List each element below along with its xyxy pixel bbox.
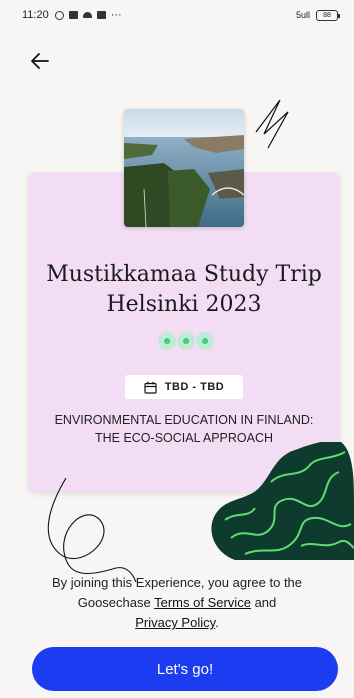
terms-text: By joining this Experience, you agree to…: [20, 573, 334, 633]
terms-of-service-link[interactable]: Terms of Service: [154, 595, 251, 610]
status-right: 5ull 88: [295, 9, 340, 21]
status-time: 11:20: [22, 9, 49, 21]
message-icon: [96, 11, 106, 19]
privacy-policy-link[interactable]: Privacy Policy: [135, 615, 215, 630]
battery-level: 88: [323, 11, 331, 19]
team-badges: ☻ ☻ ☻: [158, 332, 214, 350]
team-avatar-icon: ☻: [177, 332, 195, 350]
arrow-left-icon: [31, 53, 49, 69]
terms-suffix: .: [215, 615, 219, 630]
calendar-icon: [144, 381, 157, 394]
blob-decoration-icon: [211, 442, 354, 560]
more-notifications-icon: ···: [110, 9, 122, 21]
date-chip: TBD - TBD: [125, 375, 243, 399]
status-notification-icons: ···: [54, 9, 122, 21]
status-left: 11:20 ···: [22, 9, 122, 21]
mail-icon: [68, 11, 78, 19]
squiggle-decoration-icon: [47, 478, 137, 583]
terms-and: and: [254, 595, 277, 610]
team-avatar-icon: ☻: [158, 332, 176, 350]
cover-image: [124, 109, 244, 227]
back-button[interactable]: [30, 48, 58, 74]
team-avatar-icon: ☻: [196, 332, 214, 350]
cloud-icon: [82, 12, 92, 18]
zigzag-decoration-icon: [255, 99, 289, 149]
status-bar: 11:20 ··· 5ull 88: [0, 0, 354, 30]
date-range: TBD - TBD: [164, 381, 225, 393]
lets-go-button[interactable]: Let's go!: [32, 647, 338, 691]
battery-icon: 88: [316, 9, 340, 21]
signal-icon: 5ull: [295, 10, 310, 20]
no-disturb-icon: [54, 10, 64, 20]
trip-title: Mustikkamaa Study Trip Helsinki 2023: [46, 262, 322, 317]
